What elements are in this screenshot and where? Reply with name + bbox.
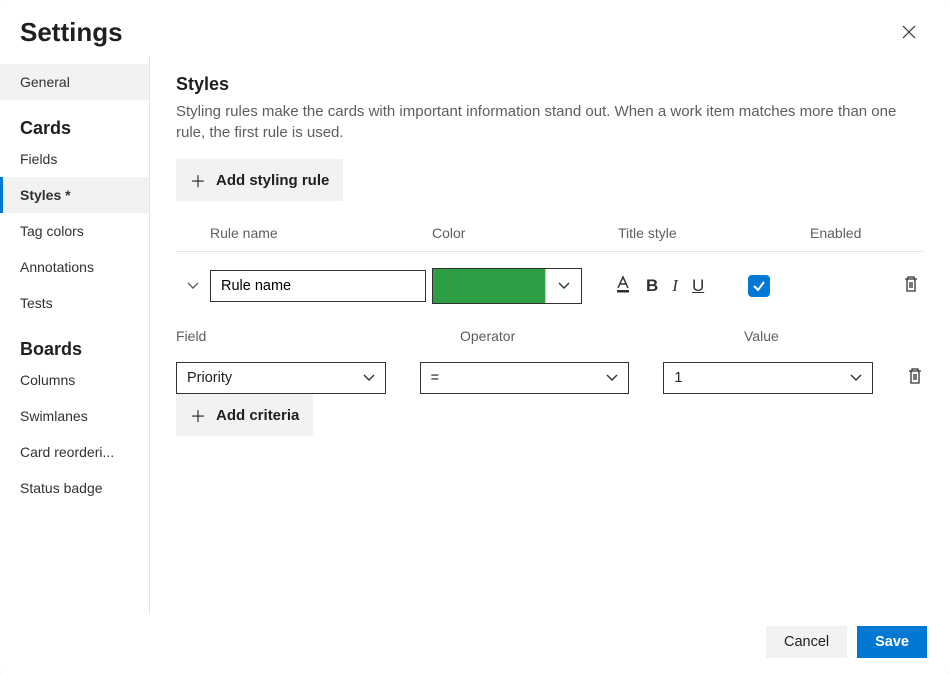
criteria-label-field: Field xyxy=(176,328,386,344)
add-styling-rule-label: Add styling rule xyxy=(216,172,329,189)
close-button[interactable] xyxy=(893,16,925,48)
save-button[interactable]: Save xyxy=(857,626,927,658)
settings-title: Settings xyxy=(20,17,123,48)
col-header-rule-name: Rule name xyxy=(210,225,432,241)
trash-icon xyxy=(903,275,919,293)
chevron-down-icon xyxy=(558,282,570,290)
color-dropdown-arrow[interactable] xyxy=(545,269,581,303)
sidebar-item-status-badge[interactable]: Status badge xyxy=(0,470,149,506)
bold-button[interactable]: B xyxy=(646,276,658,296)
criteria-field-select[interactable]: Priority xyxy=(176,362,386,394)
enabled-checkbox[interactable] xyxy=(748,275,770,297)
styling-rule-row: B I U xyxy=(176,252,923,320)
sidebar-item-tag-colors[interactable]: Tag colors xyxy=(0,213,149,249)
check-icon xyxy=(752,279,766,293)
sidebar-item-fields[interactable]: Fields xyxy=(0,141,149,177)
sidebar-category-boards: Boards xyxy=(0,321,149,362)
criteria-value-value: 1 xyxy=(674,370,682,386)
chevron-down-icon xyxy=(187,282,199,290)
criteria-value-select[interactable]: 1 xyxy=(663,362,873,394)
chevron-down-icon xyxy=(606,374,618,382)
section-description: Styling rules make the cards with import… xyxy=(176,101,923,143)
criteria-operator-select[interactable]: = xyxy=(420,362,630,394)
sidebar-item-annotations[interactable]: Annotations xyxy=(0,249,149,285)
delete-criteria-button[interactable] xyxy=(907,367,923,390)
color-picker[interactable] xyxy=(432,268,582,304)
collapse-toggle[interactable] xyxy=(176,282,210,290)
chevron-down-icon xyxy=(363,374,375,382)
font-color-icon xyxy=(614,275,632,293)
color-swatch xyxy=(433,269,545,303)
chevron-down-icon xyxy=(850,374,862,382)
plus-icon: ＋ xyxy=(190,168,206,192)
section-title: Styles xyxy=(176,74,923,95)
trash-icon xyxy=(907,367,923,385)
rule-name-input[interactable] xyxy=(210,270,426,302)
underline-button[interactable]: U xyxy=(692,276,704,296)
sidebar-item-tests[interactable]: Tests xyxy=(0,285,149,321)
delete-rule-button[interactable] xyxy=(903,275,923,298)
col-header-color: Color xyxy=(432,225,618,241)
sidebar-item-card-reordering[interactable]: Card reorderi... xyxy=(0,434,149,470)
font-color-button[interactable] xyxy=(614,275,632,298)
sidebar-item-swimlanes[interactable]: Swimlanes xyxy=(0,398,149,434)
add-criteria-label: Add criteria xyxy=(216,407,299,424)
criteria-field-value: Priority xyxy=(187,370,232,386)
criteria-label-operator: Operator xyxy=(460,328,670,344)
add-criteria-button[interactable]: ＋ Add criteria xyxy=(176,394,313,436)
plus-icon: ＋ xyxy=(190,403,206,427)
settings-sidebar: General Cards Fields Styles * Tag colors… xyxy=(0,56,150,614)
col-header-title-style: Title style xyxy=(618,225,810,241)
criteria-label-value: Value xyxy=(744,328,779,344)
add-styling-rule-button[interactable]: ＋ Add styling rule xyxy=(176,159,343,201)
cancel-button[interactable]: Cancel xyxy=(766,626,847,658)
italic-button[interactable]: I xyxy=(672,276,678,296)
sidebar-category-cards: Cards xyxy=(0,100,149,141)
sidebar-item-columns[interactable]: Columns xyxy=(0,362,149,398)
sidebar-item-general[interactable]: General xyxy=(0,64,149,100)
close-icon xyxy=(902,25,916,39)
sidebar-item-styles[interactable]: Styles * xyxy=(0,177,149,213)
criteria-operator-value: = xyxy=(431,370,439,386)
col-header-enabled: Enabled xyxy=(810,225,923,241)
